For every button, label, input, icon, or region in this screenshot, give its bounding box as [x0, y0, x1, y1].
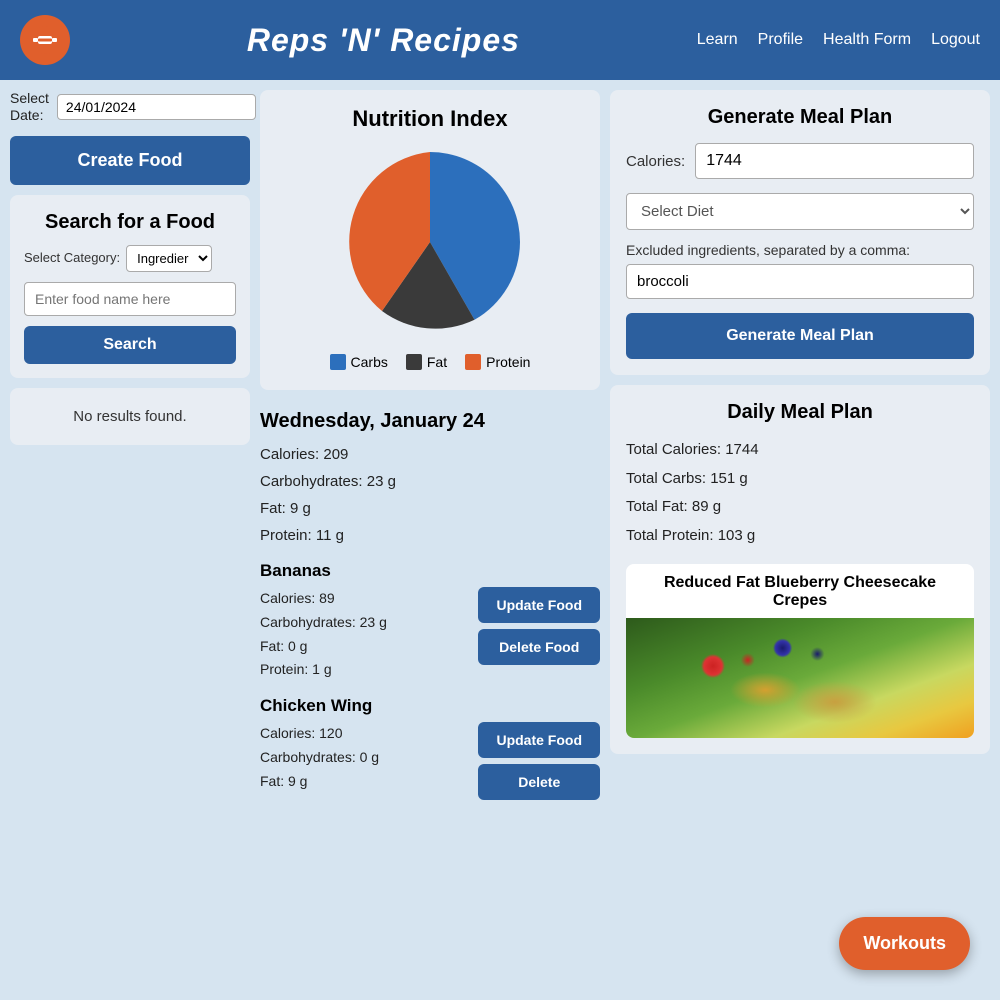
- date-input[interactable]: [57, 94, 256, 120]
- stat-carbs: Carbohydrates: 23 g: [260, 468, 600, 495]
- generate-meal-plan-card: Generate Meal Plan Calories: Select Diet…: [610, 90, 990, 375]
- food-name-input[interactable]: [24, 282, 236, 316]
- daily-stats-section: Wednesday, January 24 Calories: 209 Carb…: [260, 400, 600, 814]
- calories-input[interactable]: [695, 143, 974, 179]
- protein-label: Protein: [486, 354, 530, 370]
- daily-total-fat: Total Fat: 89 g: [626, 493, 974, 522]
- bananas-protein: Protein: 1 g: [260, 658, 468, 682]
- excluded-label: Excluded ingredients, separated by a com…: [626, 242, 974, 258]
- pie-chart: [330, 142, 530, 342]
- stat-protein: Protein: 11 g: [260, 522, 600, 549]
- daily-stats: Total Calories: 1744 Total Carbs: 151 g …: [626, 436, 974, 550]
- category-row: Select Category: Ingredier: [24, 245, 236, 272]
- recipe-title: Reduced Fat Blueberry Cheesecake Crepes: [626, 564, 974, 618]
- nav-profile[interactable]: Profile: [758, 31, 803, 49]
- category-select[interactable]: Ingredier: [126, 245, 212, 272]
- left-panel: Select Date: Create Food Search for a Fo…: [10, 90, 250, 814]
- search-button[interactable]: Search: [24, 326, 236, 364]
- food-item-chicken-btns: Update Food Delete: [478, 722, 600, 800]
- main-content: Select Date: Create Food Search for a Fo…: [0, 80, 1000, 824]
- fat-dot: [406, 354, 422, 370]
- delete-food-chicken-button[interactable]: Delete: [478, 764, 600, 800]
- stats-block: Calories: 209 Carbohydrates: 23 g Fat: 9…: [260, 441, 600, 549]
- pie-chart-container: [276, 142, 584, 342]
- food-item-bananas-row: Calories: 89 Carbohydrates: 23 g Fat: 0 …: [260, 587, 600, 682]
- workouts-button[interactable]: Workouts: [839, 917, 970, 970]
- chicken-fat: Fat: 9 g: [260, 770, 468, 794]
- carbs-dot: [330, 354, 346, 370]
- nutrition-card: Nutrition Index Carbs: [260, 90, 600, 390]
- update-food-bananas-button[interactable]: Update Food: [478, 587, 600, 623]
- bananas-cal: Calories: 89: [260, 587, 468, 611]
- nutrition-title: Nutrition Index: [276, 106, 584, 132]
- no-results-text: No results found.: [73, 408, 186, 425]
- carbs-label: Carbs: [351, 354, 388, 370]
- bananas-fat: Fat: 0 g: [260, 635, 468, 659]
- food-name-bananas: Bananas: [260, 561, 600, 581]
- food-item-chicken-row: Calories: 120 Carbohydrates: 0 g Fat: 9 …: [260, 722, 600, 800]
- date-row: Select Date:: [10, 90, 250, 124]
- calories-label: Calories:: [626, 153, 685, 170]
- generate-meal-plan-title: Generate Meal Plan: [626, 106, 974, 129]
- chicken-carbs: Carbohydrates: 0 g: [260, 746, 468, 770]
- diet-select[interactable]: Select Diet: [626, 193, 974, 230]
- daily-meal-title: Daily Meal Plan: [626, 401, 974, 424]
- logo: [20, 15, 70, 65]
- recipe-image: [626, 618, 974, 738]
- chicken-cal: Calories: 120: [260, 722, 468, 746]
- search-panel: Search for a Food Select Category: Ingre…: [10, 195, 250, 378]
- recipe-visual: [626, 618, 974, 738]
- recipe-card: Reduced Fat Blueberry Cheesecake Crepes: [626, 564, 974, 738]
- food-item-bananas-stats: Calories: 89 Carbohydrates: 23 g Fat: 0 …: [260, 587, 468, 682]
- generate-meal-plan-button[interactable]: Generate Meal Plan: [626, 313, 974, 359]
- calories-row: Calories:: [626, 143, 974, 179]
- nav-health-form[interactable]: Health Form: [823, 31, 911, 49]
- bananas-carbs: Carbohydrates: 23 g: [260, 611, 468, 635]
- legend-protein: Protein: [465, 354, 530, 370]
- daily-total-carbs: Total Carbs: 151 g: [626, 465, 974, 494]
- daily-meal-card: Daily Meal Plan Total Calories: 1744 Tot…: [610, 385, 990, 754]
- center-panel: Nutrition Index Carbs: [260, 90, 600, 814]
- no-results-panel: No results found.: [10, 388, 250, 445]
- fat-label: Fat: [427, 354, 447, 370]
- search-panel-title: Search for a Food: [24, 209, 236, 235]
- update-food-chicken-button[interactable]: Update Food: [478, 722, 600, 758]
- food-item-bananas-btns: Update Food Delete Food: [478, 587, 600, 665]
- date-header: Wednesday, January 24: [260, 410, 600, 433]
- legend-carbs: Carbs: [330, 354, 388, 370]
- excluded-input[interactable]: [626, 264, 974, 299]
- food-item-chicken-stats: Calories: 120 Carbohydrates: 0 g Fat: 9 …: [260, 722, 468, 793]
- app-title: Reps 'N' Recipes: [70, 22, 697, 59]
- right-panel: Generate Meal Plan Calories: Select Diet…: [610, 90, 990, 814]
- create-food-button[interactable]: Create Food: [10, 136, 250, 185]
- category-label: Select Category:: [24, 250, 120, 266]
- stat-fat: Fat: 9 g: [260, 495, 600, 522]
- protein-dot: [465, 354, 481, 370]
- daily-total-protein: Total Protein: 103 g: [626, 522, 974, 551]
- food-item-chicken-wing: Chicken Wing Calories: 120 Carbohydrates…: [260, 696, 600, 800]
- daily-total-calories: Total Calories: 1744: [626, 436, 974, 465]
- legend-fat: Fat: [406, 354, 447, 370]
- date-label: Select Date:: [10, 90, 49, 124]
- chart-legend: Carbs Fat Protein: [276, 354, 584, 370]
- stat-calories: Calories: 209: [260, 441, 600, 468]
- nav-logout[interactable]: Logout: [931, 31, 980, 49]
- delete-food-bananas-button[interactable]: Delete Food: [478, 629, 600, 665]
- food-name-chicken-wing: Chicken Wing: [260, 696, 600, 716]
- nav-learn[interactable]: Learn: [697, 31, 738, 49]
- header-nav: Learn Profile Health Form Logout: [697, 31, 980, 49]
- header: Reps 'N' Recipes Learn Profile Health Fo…: [0, 0, 1000, 80]
- food-item-bananas: Bananas Calories: 89 Carbohydrates: 23 g…: [260, 561, 600, 682]
